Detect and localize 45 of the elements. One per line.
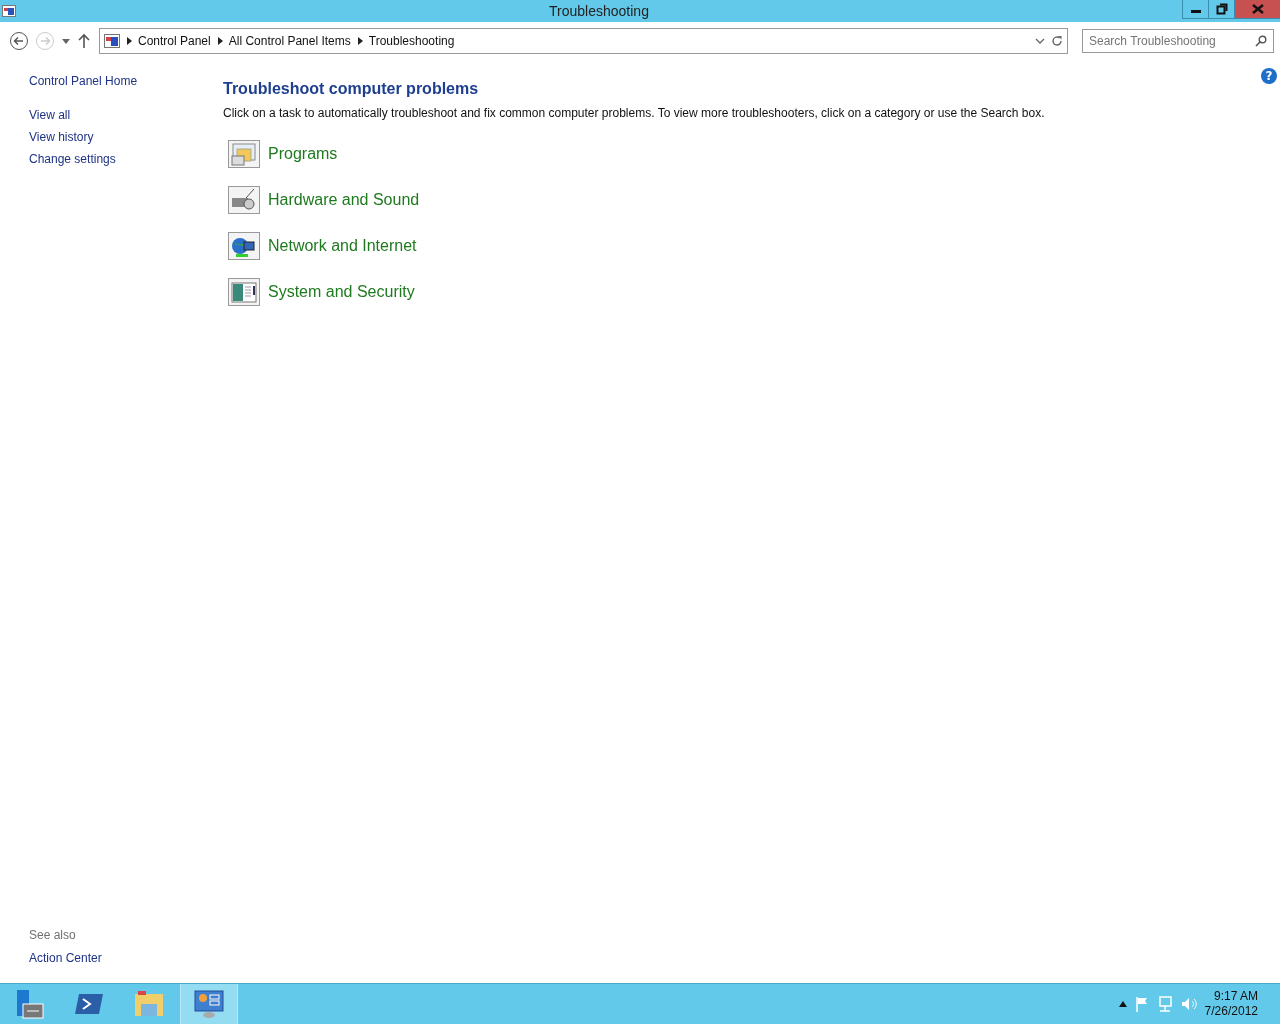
restore-icon (1215, 3, 1228, 15)
sidebar-link[interactable]: View history (29, 130, 94, 144)
search-field[interactable]: Search Troubleshooting (1082, 29, 1274, 53)
up-button[interactable] (77, 33, 91, 49)
search-icon[interactable] (1255, 35, 1267, 47)
restore-button[interactable] (1208, 0, 1234, 19)
minimize-button[interactable] (1182, 0, 1208, 19)
breadcrumb-item[interactable]: All Control Panel Items (228, 34, 351, 48)
description-text: Click on a task to automatically troubleshoot and fix common computer problems. To view more troubleshooters, click on a category or use the Search box. (223, 106, 1046, 120)
sidebar-link[interactable]: Control Panel Home (29, 74, 138, 88)
clock-time: 9:17 AM (1213, 989, 1258, 1004)
category-link[interactable]: Hardware and Sound (228, 186, 420, 214)
control-panel-icon (104, 34, 120, 48)
section-label: See also (29, 928, 77, 942)
category-link[interactable]: Network and Internet (228, 232, 417, 260)
breadcrumb-arrow-icon[interactable] (356, 37, 363, 45)
clock[interactable]: 9:17 AM 7/26/2012 (1204, 989, 1258, 1019)
window-title: Troubleshooting (548, 3, 650, 19)
breadcrumb-arrow-icon[interactable] (216, 37, 223, 45)
breadcrumb-item[interactable]: Control Panel (138, 34, 211, 48)
globe-network-icon (228, 232, 260, 260)
close-button[interactable] (1234, 0, 1280, 19)
window-panel-icon (228, 278, 260, 306)
address-bar[interactable]: Control Panel All Control Panel Items Troubleshooting (99, 28, 1068, 54)
refresh-icon[interactable] (1051, 35, 1063, 47)
control-panel-icon (2, 5, 16, 17)
sidebar-link[interactable]: Change settings (29, 152, 116, 166)
breadcrumb-item[interactable]: Troubleshooting (368, 34, 455, 48)
control-panel-icon (193, 988, 225, 1020)
page-heading: Troubleshoot computer problems (223, 80, 480, 98)
chevron-down-icon[interactable] (1035, 37, 1045, 45)
back-button[interactable] (9, 31, 29, 51)
breadcrumb-arrow-icon[interactable] (126, 37, 132, 45)
help-button[interactable]: ? (1261, 68, 1277, 84)
category-link[interactable]: Programs (228, 140, 338, 168)
dropdown-caret-icon[interactable] (61, 37, 71, 45)
programs-icon (228, 140, 260, 168)
show-hidden-icons-caret-icon[interactable] (1118, 1001, 1127, 1007)
up-arrow-icon (77, 33, 91, 49)
sidebar-link[interactable]: Action Center (29, 951, 102, 965)
close-icon (1251, 4, 1264, 14)
taskbar-button[interactable] (180, 984, 238, 1024)
clock-date: 7/26/2012 (1204, 1004, 1258, 1019)
category-link[interactable]: System and Security (228, 278, 415, 306)
sidebar-link[interactable]: View all (29, 108, 71, 122)
